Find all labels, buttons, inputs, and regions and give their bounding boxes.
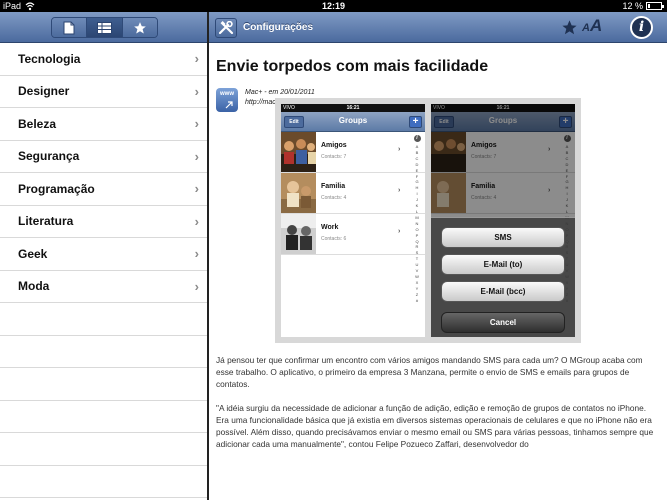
settings-button[interactable]: Configurações bbox=[215, 17, 313, 38]
category-label: Programação bbox=[18, 181, 95, 196]
category-item-literatura[interactable]: Literatura › bbox=[0, 206, 207, 238]
clock: 12:19 bbox=[321, 1, 346, 11]
chevron-right-icon: › bbox=[398, 228, 401, 235]
chevron-right-icon: › bbox=[194, 246, 199, 261]
arrow-icon bbox=[225, 101, 233, 109]
phone-navbar: Edit Groups + bbox=[281, 112, 425, 132]
email-bcc-button: E-Mail (bcc) bbox=[441, 281, 565, 302]
battery-percent: 12 % bbox=[622, 1, 643, 11]
group-name: Amigos bbox=[321, 142, 347, 149]
article-paragraph: "A idéia surgiu da necessidade de adicio… bbox=[216, 403, 654, 449]
group-row: Work Contacts: 6 › bbox=[281, 214, 425, 255]
chevron-right-icon: › bbox=[398, 187, 401, 194]
chevron-right-icon: › bbox=[194, 116, 199, 131]
status-bar: iPad 12:19 12 % bbox=[0, 0, 667, 12]
group-name: Work bbox=[321, 224, 339, 231]
segment-favorites[interactable] bbox=[122, 18, 157, 37]
empty-row bbox=[0, 368, 207, 401]
phone-nav-title: Groups bbox=[338, 116, 368, 125]
cancel-button: Cancel bbox=[441, 312, 565, 333]
battery-level bbox=[648, 4, 650, 8]
category-label: Segurança bbox=[18, 149, 80, 164]
group-photo bbox=[281, 132, 316, 172]
article-navbar: Configurações AA i bbox=[209, 12, 667, 43]
tools-icon bbox=[215, 17, 237, 38]
chevron-right-icon: › bbox=[194, 51, 199, 66]
info-button[interactable]: i bbox=[630, 16, 653, 39]
phone-status-bar: VIVO 16:21 bbox=[281, 104, 425, 112]
action-sheet: SMS E-Mail (to) E-Mail (bcc) Cancel bbox=[431, 217, 575, 337]
chevron-right-icon: › bbox=[194, 278, 199, 294]
settings-label: Configurações bbox=[243, 22, 314, 33]
group-contacts: Contacts: 4 bbox=[321, 195, 347, 201]
group-contacts: Contacts: 7 bbox=[321, 154, 347, 160]
phone-action-sheet-screen: VIVO 16:21 Edit Groups + Amigos Contacts:… bbox=[431, 104, 575, 337]
article-byline: Mac+ - em 20/01/2011 bbox=[245, 89, 315, 96]
chevron-right-icon: › bbox=[398, 146, 401, 153]
group-photo bbox=[281, 173, 316, 213]
category-list: Tecnologia › Designer › Beleza › Segurança ›… bbox=[0, 43, 207, 498]
phone-groups-screen: VIVO 16:21 Edit Groups + Amigos Contacts:… bbox=[281, 104, 425, 337]
segment-articles[interactable] bbox=[52, 18, 88, 37]
phone-add-button: + bbox=[409, 116, 422, 128]
info-icon: i bbox=[413, 135, 421, 142]
group-photo bbox=[281, 214, 316, 254]
site-icon: www bbox=[216, 88, 238, 112]
email-to-button: E-Mail (to) bbox=[441, 254, 565, 275]
group-contacts: Contacts: 6 bbox=[321, 236, 347, 242]
phone-time: 16:21 bbox=[346, 105, 360, 111]
article-image: VIVO 16:21 Edit Groups + Amigos Contacts:… bbox=[275, 98, 581, 343]
category-label: Designer bbox=[18, 84, 70, 99]
chevron-right-icon: › bbox=[194, 213, 199, 229]
favorite-star-icon[interactable] bbox=[561, 19, 578, 36]
group-row: Familia Contacts: 4 › bbox=[281, 173, 425, 214]
index-letter: # bbox=[415, 297, 419, 303]
category-label: Literatura bbox=[18, 214, 74, 229]
empty-row bbox=[0, 303, 207, 336]
article-pane: Configurações AA i Envie torpedos com ma… bbox=[209, 12, 667, 500]
category-item-moda[interactable]: Moda › bbox=[0, 271, 207, 303]
alphabet-index: i ABCDEFGHIJKLMNOPQRSTUVWXYZ# bbox=[411, 135, 423, 303]
segment-categories[interactable] bbox=[87, 18, 123, 37]
category-navbar bbox=[0, 12, 207, 43]
chevron-right-icon: › bbox=[194, 83, 199, 99]
view-segmented-control bbox=[51, 17, 158, 38]
category-pane: Tecnologia › Designer › Beleza › Segurança ›… bbox=[0, 12, 207, 500]
article-body: Já pensou ter que confirmar um encontro … bbox=[216, 354, 661, 462]
font-small-icon: A bbox=[582, 22, 590, 34]
grid-list-icon bbox=[96, 21, 112, 34]
category-label: Geek bbox=[18, 246, 48, 261]
category-label: Beleza bbox=[18, 116, 57, 131]
battery-icon bbox=[646, 2, 664, 10]
category-item-seguranca[interactable]: Segurança › bbox=[0, 141, 207, 173]
empty-row bbox=[0, 401, 207, 433]
empty-row bbox=[0, 433, 207, 466]
category-item-designer[interactable]: Designer › bbox=[0, 76, 207, 108]
group-row: Amigos Contacts: 7 › bbox=[281, 132, 425, 173]
sms-button: SMS bbox=[441, 227, 565, 248]
category-item-beleza[interactable]: Beleza › bbox=[0, 108, 207, 141]
star-icon bbox=[133, 21, 146, 34]
category-item-programacao[interactable]: Programação › bbox=[0, 173, 207, 206]
ipad-screen: iPad 12:19 12 % Tecnologia › Designer › … bbox=[0, 0, 667, 500]
category-label: Tecnologia bbox=[18, 51, 81, 66]
chevron-right-icon: › bbox=[194, 148, 199, 164]
article-paragraph: Já pensou ter que confirmar um encontro … bbox=[216, 355, 643, 389]
article-title: Envie torpedos com mais facilidade bbox=[216, 58, 489, 75]
category-item-tecnologia[interactable]: Tecnologia › bbox=[0, 43, 207, 76]
empty-row bbox=[0, 336, 207, 368]
category-label: Moda bbox=[18, 279, 50, 294]
document-icon bbox=[63, 21, 75, 34]
empty-row bbox=[0, 466, 207, 498]
font-large-icon: A bbox=[589, 16, 603, 35]
category-item-geek[interactable]: Geek › bbox=[0, 238, 207, 271]
site-icon-text: www bbox=[219, 91, 234, 97]
group-name: Familia bbox=[321, 183, 346, 190]
chevron-right-icon: › bbox=[194, 181, 199, 196]
font-size-button[interactable]: AA bbox=[582, 16, 602, 36]
